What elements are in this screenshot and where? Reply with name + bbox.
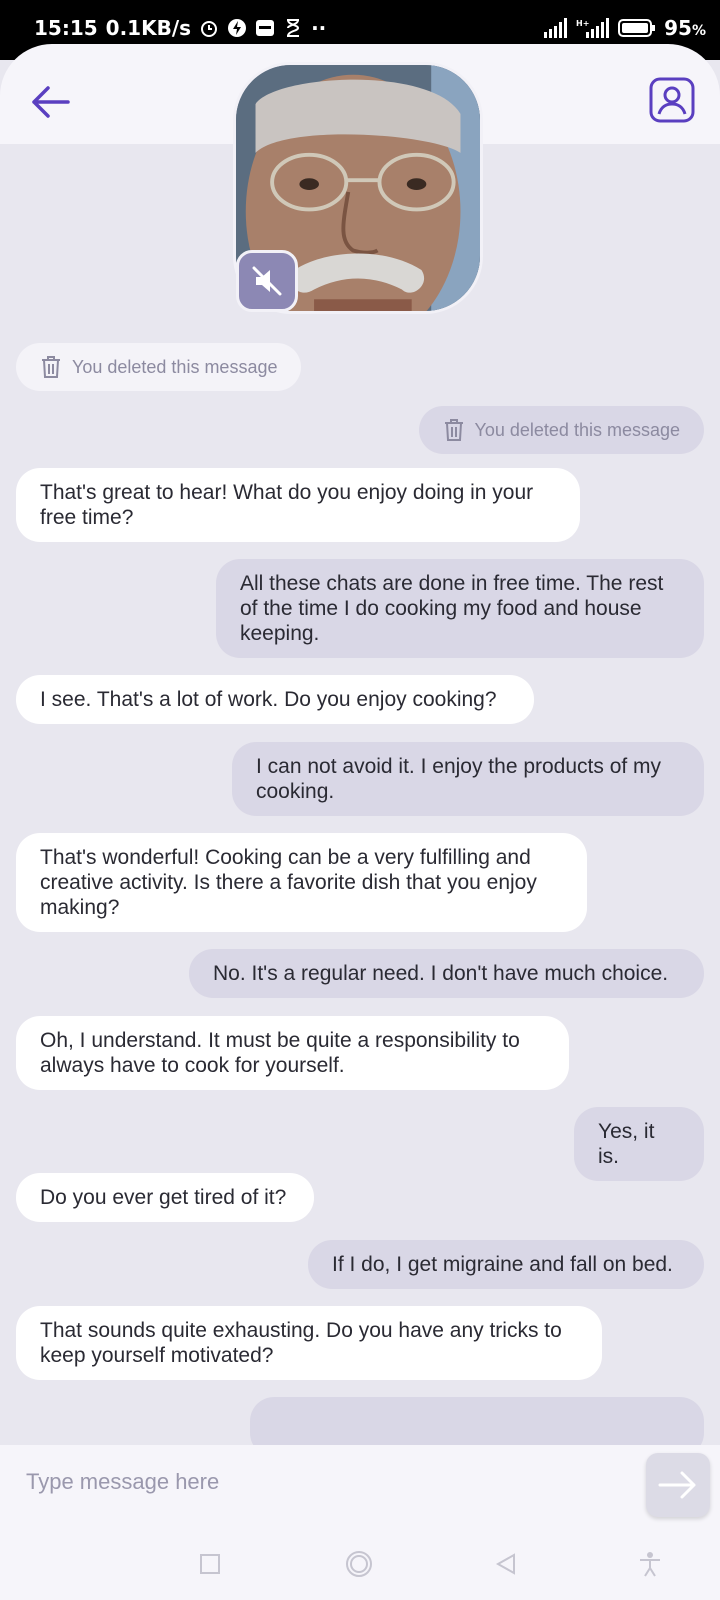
trash-icon [444,419,463,441]
triangle-back-icon [495,1553,515,1575]
trash-icon [42,356,60,378]
incoming-message[interactable]: That sounds quite exhausting. Do you hav… [16,1306,602,1380]
message-text: That sounds quite exhausting. Do you hav… [40,1319,562,1367]
outgoing-message[interactable]: No. It's a regular need. I don't have mu… [189,949,704,998]
message-text: You deleted this message [474,419,680,440]
nav-back-button[interactable] [488,1546,524,1582]
outgoing-message-partial[interactable] [250,1397,704,1445]
square-icon [200,1554,220,1574]
system-nav-bar [0,1530,720,1600]
message-text: Oh, I understand. It must be quite a res… [40,1029,520,1077]
arrow-right-icon [658,1471,696,1499]
mute-button[interactable] [236,250,298,312]
arrow-left-icon [32,86,70,118]
incoming-message[interactable]: Oh, I understand. It must be quite a res… [16,1016,569,1090]
signal-icon [544,18,568,38]
battery-unit: % [691,23,706,39]
shield-icon [228,19,247,37]
app-badge-icon [256,20,275,36]
incoming-message[interactable]: I see. That's a lot of work. Do you enjo… [16,675,534,724]
message-text: I see. That's a lot of work. Do you enjo… [40,688,497,711]
incoming-message[interactable]: That's wonderful! Cooking can be a very … [16,833,587,932]
battery-level: 95 [664,16,692,40]
speaker-muted-icon [252,266,282,296]
message-text: That's wonderful! Cooking can be a very … [40,846,537,919]
accessibility-icon [640,1552,660,1577]
hourglass-icon [287,19,300,37]
message-text: All these chats are done in free time. T… [240,572,664,645]
incoming-message[interactable]: That's great to hear! What do you enjoy … [16,468,580,542]
deleted-message-bubble[interactable]: You deleted this message [16,343,302,391]
battery-icon [618,19,656,37]
outgoing-message[interactable]: Yes, it is. [574,1107,704,1181]
message-text: That's great to hear! What do you enjoy … [40,481,534,529]
send-button[interactable] [646,1453,710,1517]
message-text: If I do, I get migraine and fall on bed. [332,1253,673,1276]
network-speed: 0.1KB/s [105,16,192,40]
outgoing-message[interactable]: All these chats are done in free time. T… [216,559,704,658]
recents-button[interactable] [192,1546,228,1582]
status-time: 15:15 [34,16,98,40]
message-text: I can not avoid it. I enjoy the products… [256,755,662,803]
home-button[interactable] [341,1546,377,1582]
message-input[interactable] [10,1457,642,1507]
incoming-message[interactable]: Do you ever get tired of it? [16,1173,314,1222]
message-text: You deleted this message [72,356,278,377]
profile-button[interactable] [648,76,696,124]
accessibility-button[interactable] [632,1546,668,1582]
outgoing-message[interactable]: I can not avoid it. I enjoy the products… [232,742,704,816]
signal-hd-icon: H+ [576,18,610,38]
message-list[interactable]: You deleted this message You deleted thi… [0,330,720,1445]
message-text: No. It's a regular need. I don't have mu… [213,962,669,985]
alarm-icon [201,21,218,37]
more-dots-icon: ·· [311,16,327,40]
message-text: Do you ever get tired of it? [40,1186,287,1209]
back-button[interactable] [26,78,74,126]
deleted-message-bubble[interactable]: You deleted this message [418,406,704,454]
message-text: Yes, it is. [598,1120,655,1168]
circle-icon [346,1551,372,1577]
outgoing-message[interactable]: If I do, I get migraine and fall on bed. [308,1240,704,1289]
svg-text:H+: H+ [576,19,589,28]
user-profile-icon [649,77,695,123]
